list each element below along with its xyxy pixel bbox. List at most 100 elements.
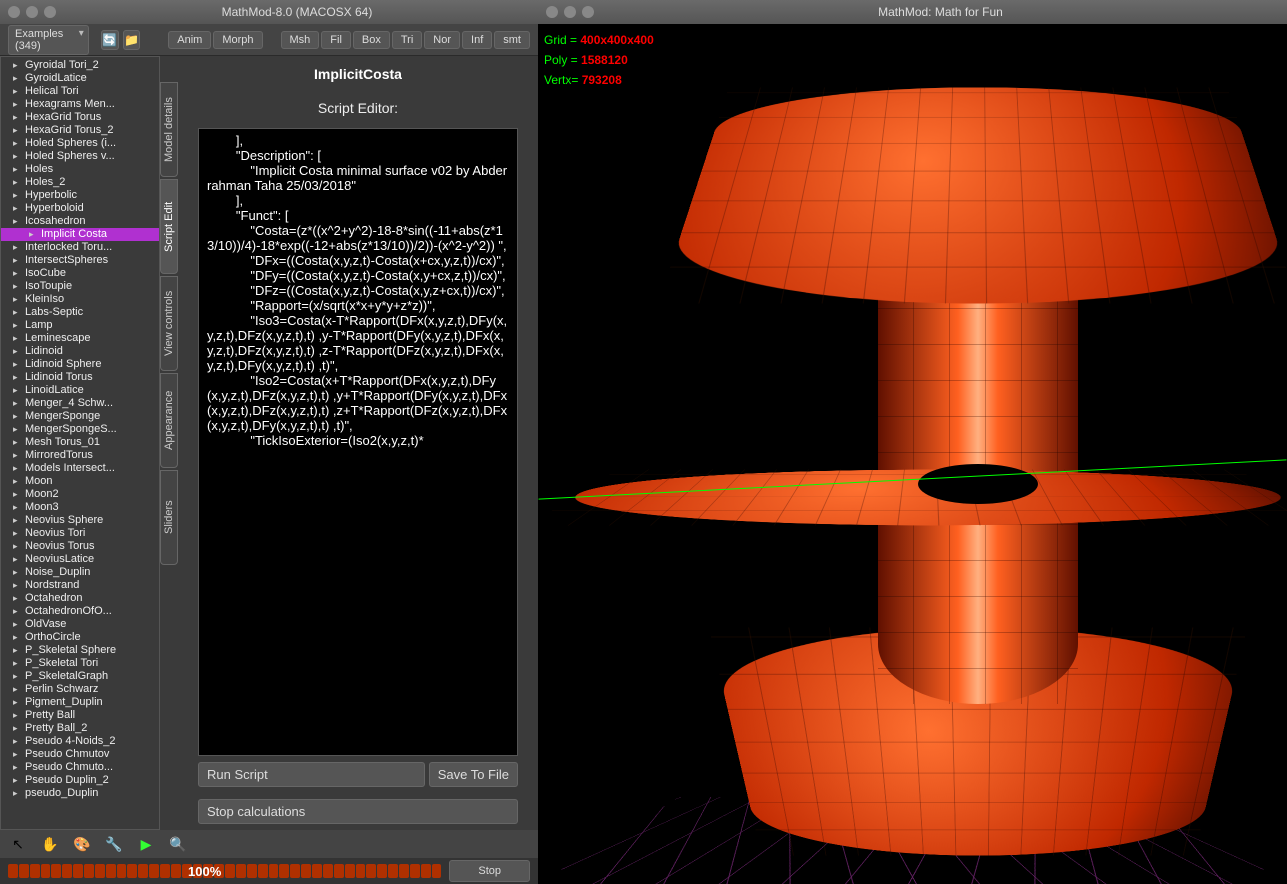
tree-item[interactable]: Mesh Torus_01 <box>1 436 159 449</box>
tree-item[interactable]: Hyperbolic <box>1 189 159 202</box>
nor-button[interactable]: Nor <box>424 31 460 49</box>
tree-item[interactable]: MengerSpongeS... <box>1 423 159 436</box>
examples-combo[interactable]: Examples (349) <box>8 25 89 55</box>
tree-item[interactable]: Holed Spheres (i... <box>1 137 159 150</box>
tri-button[interactable]: Tri <box>392 31 422 49</box>
progress-stop-button[interactable]: Stop <box>449 860 530 882</box>
examples-tree[interactable]: Gyroidal Tori_2GyroidLaticeHelical ToriH… <box>0 56 160 830</box>
traffic-lights[interactable] <box>546 6 594 18</box>
tree-item[interactable]: Perlin Schwarz <box>1 683 159 696</box>
tree-item[interactable]: Pseudo Duplin_2 <box>1 774 159 787</box>
tree-item[interactable]: Holes_2 <box>1 176 159 189</box>
tree-item[interactable]: Moon3 <box>1 501 159 514</box>
tree-item[interactable]: Neovius Torus <box>1 540 159 553</box>
tree-item[interactable]: Labs-Septic <box>1 306 159 319</box>
stop-calc-button[interactable]: Stop calculations <box>198 799 518 824</box>
tree-item[interactable]: Hyperboloid <box>1 202 159 215</box>
wrench-icon[interactable]: 🔧 <box>104 834 124 854</box>
tree-item[interactable]: Moon2 <box>1 488 159 501</box>
costa-surface <box>918 464 1038 504</box>
tree-item[interactable]: IntersectSpheres <box>1 254 159 267</box>
render-window: MathMod: Math for Fun Grid = 400x400x400… <box>538 0 1287 884</box>
tree-item[interactable]: HexaGrid Torus <box>1 111 159 124</box>
tree-item[interactable]: P_Skeletal Sphere <box>1 644 159 657</box>
tree-item[interactable]: Holes <box>1 163 159 176</box>
vtab-script-edit[interactable]: Script Edit <box>160 179 178 274</box>
titlebar-left[interactable]: MathMod-8.0 (MACOSX 64) <box>0 0 538 24</box>
msh-button[interactable]: Msh <box>281 31 320 49</box>
tree-item[interactable]: Menger_4 Schw... <box>1 397 159 410</box>
tree-item[interactable]: P_Skeletal Tori <box>1 657 159 670</box>
tree-item[interactable]: Gyroidal Tori_2 <box>1 59 159 72</box>
morph-button[interactable]: Morph <box>213 31 262 49</box>
tree-item[interactable]: IsoCube <box>1 267 159 280</box>
vtab-sliders[interactable]: Sliders <box>160 470 178 565</box>
fil-button[interactable]: Fil <box>321 31 351 49</box>
tree-item[interactable]: Icosahedron <box>1 215 159 228</box>
window-title-right: MathMod: Math for Fun <box>602 5 1279 19</box>
paint-icon[interactable]: 🎨 <box>72 834 92 854</box>
tree-item[interactable]: Leminescape <box>1 332 159 345</box>
tree-item[interactable]: Lidinoid Torus <box>1 371 159 384</box>
tree-item[interactable]: Lamp <box>1 319 159 332</box>
anim-button[interactable]: Anim <box>168 31 211 49</box>
tree-item[interactable]: Models Intersect... <box>1 462 159 475</box>
center-pane: Model detailsScript EditView controlsApp… <box>178 56 538 830</box>
tree-item[interactable]: LinoidLatice <box>1 384 159 397</box>
tree-item[interactable]: Hexagrams Men... <box>1 98 159 111</box>
play-icon[interactable]: ▶ <box>136 834 156 854</box>
tree-item[interactable]: Helical Tori <box>1 85 159 98</box>
script-editor[interactable] <box>198 128 518 756</box>
traffic-lights[interactable] <box>8 6 56 18</box>
titlebar-right[interactable]: MathMod: Math for Fun <box>538 0 1287 24</box>
tree-item[interactable]: HexaGrid Torus_2 <box>1 124 159 137</box>
tree-pane: Gyroidal Tori_2GyroidLaticeHelical ToriH… <box>0 56 160 830</box>
render-stats: Grid = 400x400x400 Poly = 1588120 Vertx=… <box>544 30 654 90</box>
tree-item[interactable]: Pigment_Duplin <box>1 696 159 709</box>
tree-item[interactable]: Pseudo 4-Noids_2 <box>1 735 159 748</box>
folder-icon[interactable]: 📁 <box>123 30 141 50</box>
box-button[interactable]: Box <box>353 31 390 49</box>
tree-item[interactable]: Moon <box>1 475 159 488</box>
smt-button[interactable]: smt <box>494 31 530 49</box>
tree-item[interactable]: IsoToupie <box>1 280 159 293</box>
cursor-icon[interactable]: ↖ <box>8 834 28 854</box>
tree-item[interactable]: OrthoCircle <box>1 631 159 644</box>
tree-item[interactable]: Pretty Ball_2 <box>1 722 159 735</box>
tree-item[interactable]: Neovius Tori <box>1 527 159 540</box>
inf-button[interactable]: Inf <box>462 31 492 49</box>
mathmod-main-window: MathMod-8.0 (MACOSX 64) Examples (349) 🔄… <box>0 0 538 884</box>
tree-item[interactable]: Noise_Duplin <box>1 566 159 579</box>
tree-item[interactable]: Nordstrand <box>1 579 159 592</box>
costa-surface <box>658 87 1287 303</box>
tree-item[interactable]: Holed Spheres v... <box>1 150 159 163</box>
vtab-view-controls[interactable]: View controls <box>160 276 178 371</box>
tree-item[interactable]: Lidinoid <box>1 345 159 358</box>
tree-item[interactable]: MirroredTorus <box>1 449 159 462</box>
tree-item[interactable]: NeoviusLatice <box>1 553 159 566</box>
tree-item[interactable]: GyroidLatice <box>1 72 159 85</box>
tree-item[interactable]: Pseudo Chmutov <box>1 748 159 761</box>
tree-item[interactable]: pseudo_Duplin <box>1 787 159 800</box>
tree-item[interactable]: P_SkeletalGraph <box>1 670 159 683</box>
hand-icon[interactable]: ✋ <box>40 834 60 854</box>
save-to-file-button[interactable]: Save To File <box>429 762 518 787</box>
vtab-appearance[interactable]: Appearance <box>160 373 178 468</box>
refresh-icon[interactable]: 🔄 <box>101 30 119 50</box>
tree-item[interactable]: OctahedronOfO... <box>1 605 159 618</box>
run-script-button[interactable]: Run Script <box>198 762 425 787</box>
tree-item[interactable]: Octahedron <box>1 592 159 605</box>
zoom-icon[interactable]: 🔍 <box>168 834 188 854</box>
tree-item[interactable]: Pretty Ball <box>1 709 159 722</box>
tree-item[interactable]: Pseudo Chmuto... <box>1 761 159 774</box>
tree-item[interactable]: Neovius Sphere <box>1 514 159 527</box>
top-toolbar: Examples (349) 🔄 📁 Anim Morph Msh Fil Bo… <box>0 24 538 56</box>
vtab-model-details[interactable]: Model details <box>160 82 178 177</box>
tree-item[interactable]: Interlocked Toru... <box>1 241 159 254</box>
tree-item[interactable]: OldVase <box>1 618 159 631</box>
tree-item[interactable]: KleinIso <box>1 293 159 306</box>
tree-item[interactable]: Lidinoid Sphere <box>1 358 159 371</box>
tree-item[interactable]: MengerSponge <box>1 410 159 423</box>
3d-viewport[interactable]: Grid = 400x400x400 Poly = 1588120 Vertx=… <box>538 24 1287 884</box>
tree-item[interactable]: Implicit Costa <box>1 228 159 241</box>
